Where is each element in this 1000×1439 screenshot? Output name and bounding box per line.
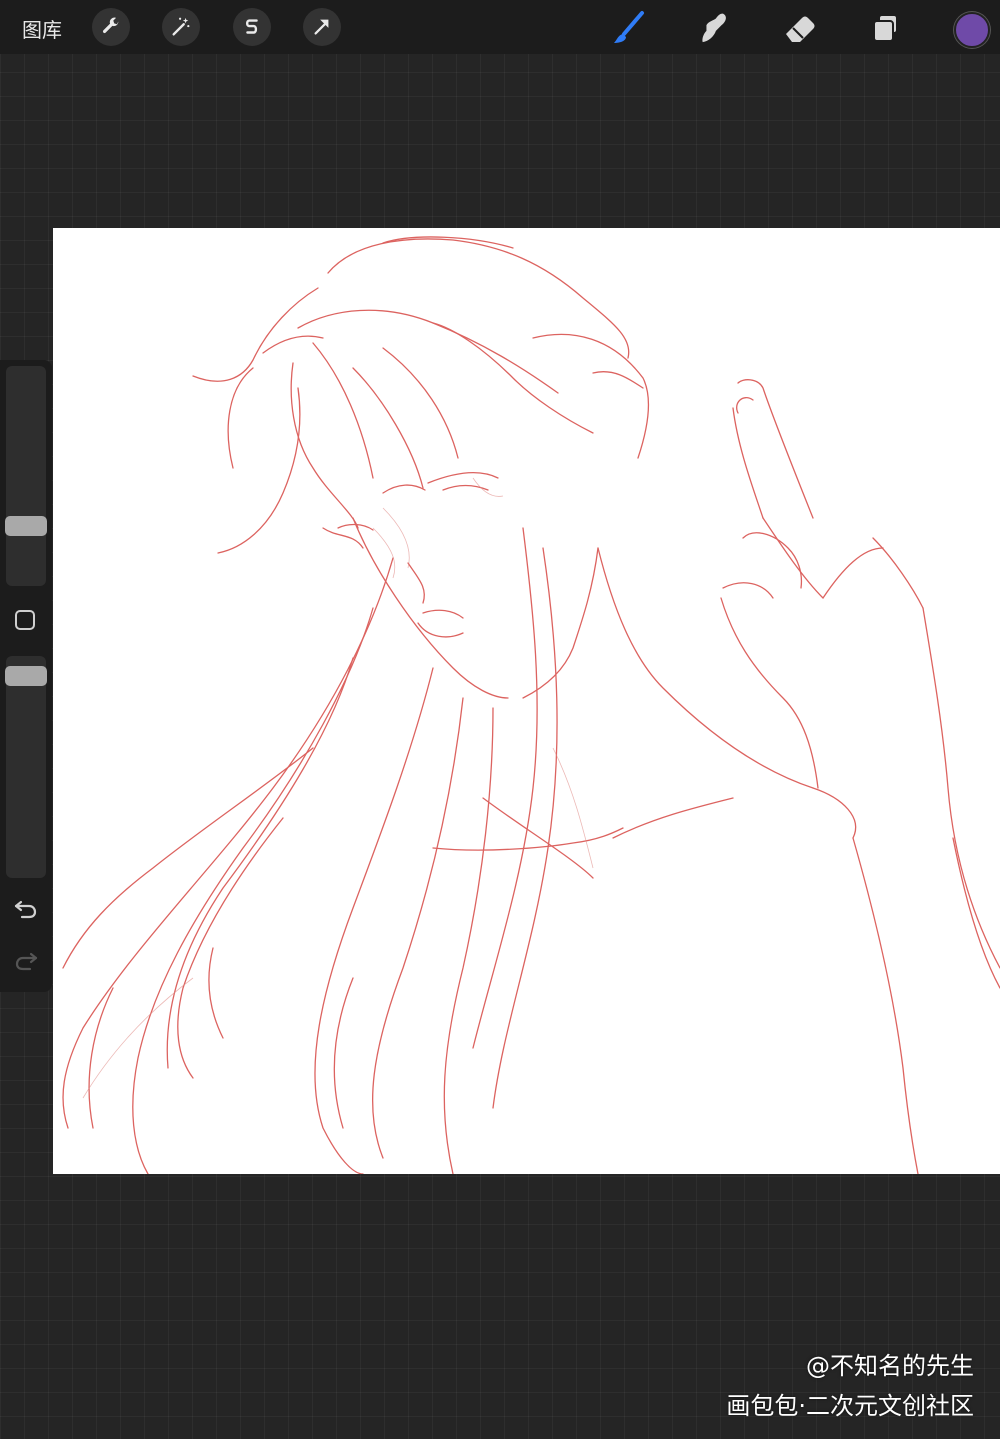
brush-size-thumb[interactable]: [5, 516, 47, 536]
brush-size-slider[interactable]: [5, 366, 47, 586]
undo-icon: [14, 900, 37, 919]
watermark-author: @不知名的先生: [806, 1352, 974, 1380]
selection-s-icon: [246, 19, 258, 34]
opacity-thumb[interactable]: [5, 666, 47, 687]
gallery-button[interactable]: 图库: [22, 14, 62, 43]
top-toolbar: 图库: [0, 0, 1000, 54]
redo-icon: [15, 952, 38, 971]
adjustments-button[interactable]: [162, 8, 200, 46]
eraser-icon: [786, 16, 815, 42]
layers-icon: [873, 14, 898, 42]
modify-button[interactable]: [15, 610, 35, 630]
undo-button[interactable]: [12, 894, 40, 922]
watermark-site: 画包包·二次元文创社区: [726, 1392, 974, 1420]
eraser-tool-button[interactable]: [780, 8, 820, 48]
layers-button[interactable]: [865, 8, 905, 48]
brush-tool-button[interactable]: [609, 8, 649, 48]
transform-button[interactable]: [303, 8, 341, 46]
brush-icon: [614, 11, 644, 43]
magic-wand-icon: [172, 17, 190, 36]
wrench-icon: [102, 17, 119, 34]
redo-button[interactable]: [12, 946, 40, 974]
opacity-slider[interactable]: [5, 656, 47, 878]
smudge-tool-button[interactable]: [694, 8, 734, 48]
color-picker-button[interactable]: [954, 12, 990, 48]
actions-button[interactable]: [92, 8, 130, 46]
selection-button[interactable]: [233, 8, 271, 46]
sketch-artwork: [62, 236, 1000, 1174]
left-sidebar: [0, 360, 52, 992]
drawing-canvas[interactable]: [53, 228, 1000, 1174]
smudge-finger-icon: [702, 13, 726, 43]
arrow-cursor-icon: [314, 19, 329, 35]
